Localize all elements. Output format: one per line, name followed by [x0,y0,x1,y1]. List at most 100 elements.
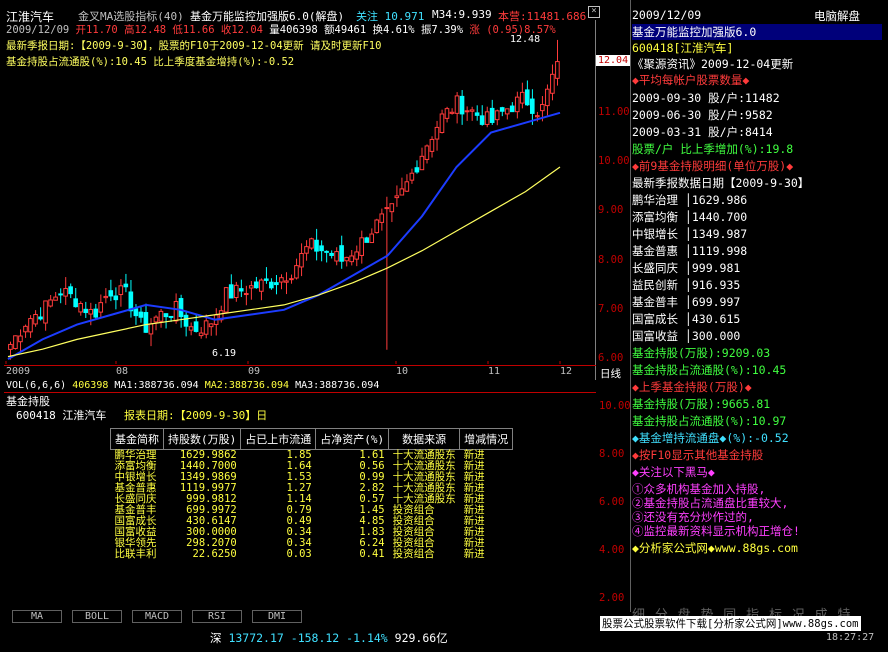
candle-body [188,326,194,331]
tab-ma[interactable]: MA [12,610,62,623]
candle-body [334,251,339,262]
candle-body [158,310,164,322]
panel-section-f10: ◆按F10显示其他基金持股 [632,448,764,462]
lower-stock-code: 600418 [16,409,56,422]
tab-rsi[interactable]: RSI [192,610,242,623]
candle-body [324,250,329,253]
candle-body [8,343,13,350]
candle-body [494,110,500,121]
candle-body [339,245,344,262]
candle-body [228,284,234,299]
candle-body [243,293,249,296]
candle-body [364,237,370,243]
candle-body [519,91,525,104]
panel-prev-total: 基金持股(万股):9665.81 [632,397,771,411]
table-row[interactable]: 比联丰利 22.6250 0.03 0.41 投资组合 新进 [111,549,513,560]
candle-body [163,313,169,318]
candle-body [193,321,199,332]
candle-body [454,95,460,114]
candle-body [264,278,269,281]
candle-body [53,296,58,301]
candle-body [259,279,264,292]
date-axis: 2009 08 09 10 11 12 [4,366,594,378]
candle-body [58,293,63,296]
candle-body [535,115,540,118]
candle-body [284,280,289,283]
candle-body [123,283,129,288]
status-pct: -1.14% [346,631,388,645]
panel-tip-item: ④监控最新资料显示机构正增仓! [632,524,800,538]
panel-fund-item: 长盛同庆 │999.981 [632,261,741,275]
candle-body [269,281,274,289]
candle-body [73,298,78,308]
high-price-marker: 12.48 [510,34,541,45]
status-amount: 929.66亿 [394,631,448,645]
candle-body [83,308,88,314]
candle-body [359,237,364,256]
status-time: 18:27:27 [826,632,875,643]
candle-body [344,256,349,262]
info-panel: 2009/12/09 电脑解盘 基金万能监控加强版6.0 600418[江淮汽车… [630,0,888,612]
price-tick-label: 10.00 [598,155,630,168]
candle-body [183,314,189,327]
ad-banner[interactable]: 股票公式股票软件下载[分析家公式网]www.88gs.com [600,616,861,631]
table-header-cell[interactable]: 基金简称 [110,428,164,450]
panel-holders-3: 2009-03-31 股/户:8414 [632,125,773,139]
panel-holders-2: 2009-06-30 股/户:9582 [632,108,773,122]
lower-axis-tick: 6.00 [599,496,625,508]
candle-body [384,207,390,210]
candle-body [103,295,109,299]
candle-body [394,195,400,199]
panel-footer[interactable]: ◆分析家公式网◆www.88gs.com [632,540,798,556]
candle-body [319,245,324,252]
panel-holders-1: 2009-09-30 股/户:11482 [632,91,780,105]
candle-body [399,188,405,196]
table-cell: 0.03 [286,548,312,560]
tab-dmi[interactable]: DMI [252,610,302,623]
candle-body [439,113,445,133]
candle-body [253,281,259,289]
panel-fund-item: 基金普惠 │1119.998 [632,244,748,258]
panel-mode[interactable]: 电脑解盘 [814,8,860,24]
candle-body [474,112,480,116]
candle-body [424,145,430,160]
table-header-cell[interactable]: 占已上市流通 [240,428,317,450]
status-market: 深 [210,631,222,645]
candle-body [48,299,53,307]
candle-body [499,107,505,112]
candle-body [43,300,48,324]
candle-body [429,138,435,152]
panel-news: 《聚源资讯》2009-12-04更新 [632,57,794,71]
candle-body [143,312,149,333]
table-header-cell[interactable]: 持股数(万股) [162,428,242,450]
panel-hold-pct: 基金持股占流通股(%):10.45 [632,363,787,377]
candle-body [434,126,440,140]
table-header-cell[interactable]: 数据来源 [388,428,461,450]
status-change: -158.12 [290,631,340,645]
table-cell: 比联丰利 [114,548,157,560]
m34-value: M34:9.939 [432,8,492,21]
candle-body [274,282,279,286]
table-header-cell[interactable]: 占净资产(%) [315,428,390,450]
candle-body [168,315,174,318]
timeframe-label[interactable]: 日线 [600,366,621,381]
panel-hold-total: 基金持股(万股):9209.03 [632,346,771,360]
tab-macd[interactable]: MACD [132,610,182,623]
candle-body [133,308,139,317]
panel-fund-item: 益民创新 │916.935 [632,278,741,292]
tab-boll[interactable]: BOLL [72,610,122,623]
candle-body [238,288,244,292]
close-icon[interactable]: × [588,6,600,18]
candle-body [248,285,254,289]
candle-body [524,89,530,106]
candlestick-chart[interactable] [4,34,594,364]
date-tick-label: 11 [488,366,501,377]
ma-line-ma2 [7,166,561,358]
lower-axis-tick: 4.00 [599,544,625,556]
panel-increase: ◆基金增持流通盘◆(%):-0.52 [632,431,789,445]
table-header-cell[interactable]: 增减情况 [459,428,514,450]
ma1-value: MA1:388736.094 [114,380,199,391]
candle-body [294,265,299,279]
price-tick-label: 11.00 [598,105,630,118]
ma3-value: MA3:388736.094 [295,380,380,391]
